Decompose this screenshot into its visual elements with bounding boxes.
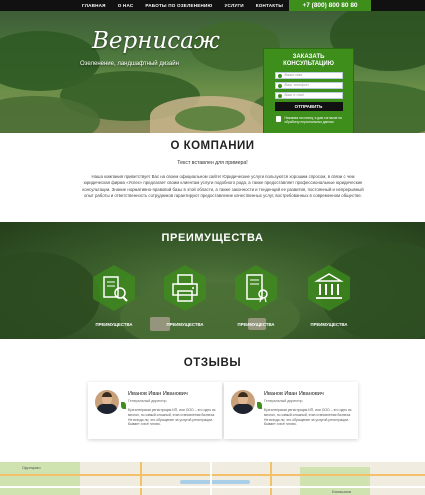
advantage-item: ПРЕИМУЩЕСТВА <box>84 264 144 327</box>
advantage-item: ПРЕИМУЩЕСТВА <box>299 264 359 327</box>
form-title-line1: ЗАКАЗАТЬ <box>292 54 325 60</box>
privacy-agreement: Нажимая на кнопку, я даю согласие на обр… <box>275 116 343 124</box>
advantage-label: ПРЕИМУЩЕСТВА <box>310 322 348 327</box>
form-title: ЗАКАЗАТЬ КОНСУЛЬТАЦИЮ <box>264 54 353 68</box>
review-card: Иванов Иван Иванович Генеральный директо… <box>88 382 222 439</box>
nav-item-about[interactable]: О НАС <box>118 0 134 11</box>
review-text: Бухгалтерская регистрация ИП, или ООО – … <box>128 408 216 427</box>
logo-subtitle: Озеленение, ландшафтный дизайн <box>80 61 179 67</box>
reviewer-name: Иванов Иван Иванович <box>264 391 324 397</box>
leaf-icon <box>121 402 126 409</box>
review-text: Бухгалтерская регистрация ИП, или ООО – … <box>264 408 352 427</box>
phone-field-placeholder: Ваш телефон <box>284 83 309 87</box>
privacy-agreement-text: Нажимая на кнопку, я даю согласие на обр… <box>284 116 342 124</box>
reviews-title: ОТЗЫВЫ <box>183 357 242 369</box>
avatar <box>231 390 255 414</box>
advantage-label: ПРЕИМУЩЕСТВА <box>95 322 133 327</box>
phone-field[interactable]: Ваш телефон <box>274 82 343 89</box>
hero-banner: Вернисаж Озеленение, ландшафтный дизайн … <box>0 11 425 133</box>
about-title: О КОМПАНИИ <box>170 140 255 152</box>
printer-document-icon <box>164 265 206 311</box>
bank-building-icon <box>308 265 350 311</box>
nav-item-works[interactable]: РАБОТЫ ПО ОЗЕЛЕНЕНИЮ <box>145 0 212 11</box>
form-title-line2: КОНСУЛЬТАЦИЮ <box>283 61 334 67</box>
advantage-label: ПРЕИМУЩЕСТВА <box>237 322 275 327</box>
map-label: Балашиха <box>332 489 352 494</box>
location-map[interactable]: Одинцово Балашиха <box>0 462 425 495</box>
about-text: Наша компания приветствует Вас на своем … <box>82 174 364 199</box>
nav-item-contacts[interactable]: КОНТАКТЫ <box>256 0 283 11</box>
top-navigation-bar: ГЛАВНАЯ О НАС РАБОТЫ ПО ОЗЕЛЕНЕНИЮ УСЛУГ… <box>0 0 425 11</box>
advantages-title: ПРЕИМУЩЕСТВА <box>161 232 264 244</box>
advantages-section: ПРЕИМУЩЕСТВА ПРЕИМУЩЕСТВА ПРЕИМУЩЕСТВА П… <box>0 222 425 339</box>
avatar <box>95 390 119 414</box>
advantage-item: ПРЕИМУЩЕСТВА <box>155 264 215 327</box>
name-field-placeholder: Ваше имя <box>284 73 303 77</box>
nav-item-home[interactable]: ГЛАВНАЯ <box>82 0 106 11</box>
about-subtitle: Текст вставлен для примера! <box>177 160 248 166</box>
consultation-form: ЗАКАЗАТЬ КОНСУЛЬТАЦИЮ Ваше имя Ваш телеф… <box>263 48 354 133</box>
reviewer-role: Генеральный директор <box>264 399 303 403</box>
main-menu: ГЛАВНАЯ О НАС РАБОТЫ ПО ОЗЕЛЕНЕНИЮ УСЛУГ… <box>82 0 283 11</box>
lock-icon <box>275 116 281 122</box>
email-field[interactable]: Ваш e-mail <box>274 92 343 99</box>
name-field[interactable]: Ваше имя <box>274 72 343 79</box>
reviewer-role: Генеральный директор <box>128 399 167 403</box>
review-card: Иванов Иван Иванович Генеральный директо… <box>224 382 358 439</box>
certificate-search-icon <box>93 265 135 311</box>
phone-icon <box>277 84 282 88</box>
submit-button[interactable]: ОТПРАВИТЬ <box>274 102 343 111</box>
reviewer-name: Иванов Иван Иванович <box>128 391 188 397</box>
map-label: Одинцово <box>22 465 41 470</box>
nav-item-services[interactable]: УСЛУГИ <box>225 0 244 11</box>
signed-contract-icon <box>235 265 277 311</box>
mail-icon <box>277 94 282 98</box>
logo-title[interactable]: Вернисаж <box>92 28 220 54</box>
user-icon <box>277 74 282 78</box>
leaf-icon <box>257 402 262 409</box>
advantage-label: ПРЕИМУЩЕСТВА <box>166 322 204 327</box>
email-field-placeholder: Ваш e-mail <box>284 93 304 97</box>
header-phone[interactable]: +7 (800) 800 80 80 <box>289 0 371 11</box>
advantage-item: ПРЕИМУЩЕСТВА <box>226 264 286 327</box>
